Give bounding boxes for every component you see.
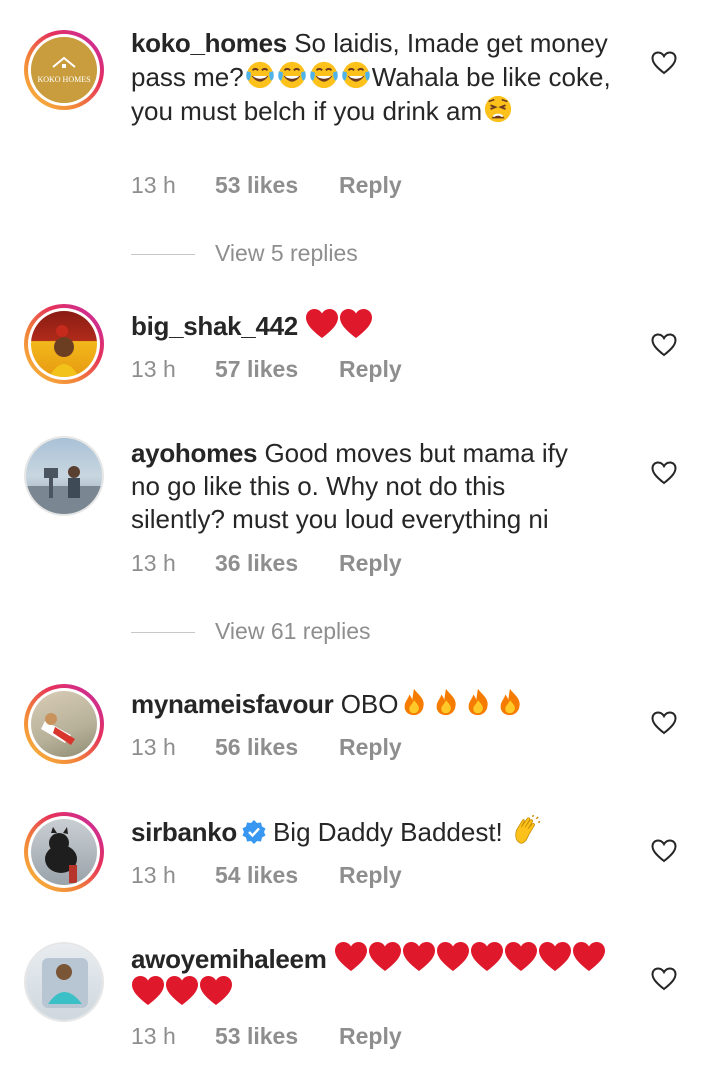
comment-time: 13 h xyxy=(131,734,176,760)
fire-emoji xyxy=(463,687,493,717)
red-heart-emoji xyxy=(403,942,435,972)
comment-likes[interactable]: 36 likes xyxy=(215,550,298,577)
comment-text: OBO xyxy=(340,689,399,719)
comment-username[interactable]: ayohomes xyxy=(131,438,258,468)
comment-text: Big Daddy Baddest! xyxy=(272,817,503,847)
avatar[interactable] xyxy=(24,812,104,892)
reply-button[interactable]: Reply xyxy=(339,1023,402,1050)
avatar[interactable] xyxy=(24,304,104,384)
fire-emoji xyxy=(495,687,525,717)
red-heart-emoji xyxy=(340,309,372,339)
joy-emoji-group xyxy=(244,62,372,92)
comment-time: 13 h xyxy=(131,1023,176,1049)
comment-body: sirbanko Big Daddy Baddest! xyxy=(131,815,621,849)
weary-emoji xyxy=(483,94,513,124)
comment-time: 13 h xyxy=(131,550,176,576)
red-heart-emoji xyxy=(166,976,198,1006)
verified-badge-icon xyxy=(242,820,266,844)
comment-username[interactable]: sirbanko xyxy=(131,817,237,847)
comment-likes[interactable]: 57 likes xyxy=(215,356,298,383)
like-heart-icon[interactable] xyxy=(651,838,677,864)
red-heart-emoji xyxy=(132,976,164,1006)
red-heart-emoji xyxy=(471,942,503,972)
comment-likes[interactable]: 53 likes xyxy=(215,172,298,199)
comment-likes[interactable]: 53 likes xyxy=(215,1023,298,1050)
replies-divider xyxy=(131,632,195,633)
view-replies-label: View 61 replies xyxy=(215,618,371,644)
comment-username[interactable]: koko_homes xyxy=(131,28,287,58)
comment-time: 13 h xyxy=(131,356,176,382)
avatar-logo-text: KOKO HOMES xyxy=(37,75,90,84)
reply-button[interactable]: Reply xyxy=(339,862,402,889)
joy-emoji xyxy=(309,60,339,90)
profile-photo xyxy=(49,325,79,377)
profile-photo xyxy=(41,713,75,745)
like-heart-icon[interactable] xyxy=(651,50,677,76)
avatar[interactable] xyxy=(24,436,104,516)
comment-body: koko_homes So laidis, Imade get money pa… xyxy=(131,27,621,128)
like-heart-icon[interactable] xyxy=(651,460,677,486)
like-heart-icon[interactable] xyxy=(651,710,677,736)
reply-button[interactable]: Reply xyxy=(339,356,402,383)
comment-time: 13 h xyxy=(131,862,176,888)
view-replies-label: View 5 replies xyxy=(215,240,358,266)
avatar[interactable] xyxy=(24,684,104,764)
avatar[interactable]: KOKO HOMES xyxy=(24,30,104,110)
red-heart-emoji xyxy=(437,942,469,972)
comment-username[interactable]: awoyemihaleem xyxy=(131,944,327,974)
comment-username[interactable]: mynameisfavour xyxy=(131,689,334,719)
joy-emoji xyxy=(277,60,307,90)
like-heart-icon[interactable] xyxy=(651,332,677,358)
profile-photo xyxy=(45,827,77,883)
joy-emoji xyxy=(341,60,371,90)
red-heart-emoji xyxy=(306,309,338,339)
comment-time: 13 h xyxy=(131,172,176,198)
comment-body: big_shak_442 xyxy=(131,309,621,343)
comment-body: ayohomes Good moves but mama ify no go l… xyxy=(131,437,591,536)
red-heart-emoji xyxy=(369,942,401,972)
like-heart-icon[interactable] xyxy=(651,966,677,992)
comment-likes[interactable]: 54 likes xyxy=(215,862,298,889)
avatar[interactable] xyxy=(24,942,104,1022)
comment-username[interactable]: big_shak_442 xyxy=(131,311,298,341)
red-heart-emoji xyxy=(539,942,571,972)
red-heart-emoji xyxy=(573,942,605,972)
joy-emoji xyxy=(245,60,275,90)
red-heart-emoji xyxy=(200,976,232,1006)
profile-photo xyxy=(26,466,102,514)
red-heart-emoji xyxy=(335,942,367,972)
reply-button[interactable]: Reply xyxy=(339,172,402,199)
comment-likes[interactable]: 56 likes xyxy=(215,734,298,761)
house-logo-icon: KOKO HOMES xyxy=(31,37,97,103)
reply-button[interactable]: Reply xyxy=(339,734,402,761)
clapping-hands-emoji xyxy=(511,815,541,845)
comment-body: awoyemihaleem xyxy=(131,942,631,1010)
red-heart-emoji xyxy=(505,942,537,972)
replies-divider xyxy=(131,254,195,255)
reply-button[interactable]: Reply xyxy=(339,550,402,577)
fire-emoji xyxy=(399,687,429,717)
fire-emoji xyxy=(431,687,461,717)
profile-photo xyxy=(42,958,88,1008)
comment-body: mynameisfavour OBO xyxy=(131,687,621,721)
